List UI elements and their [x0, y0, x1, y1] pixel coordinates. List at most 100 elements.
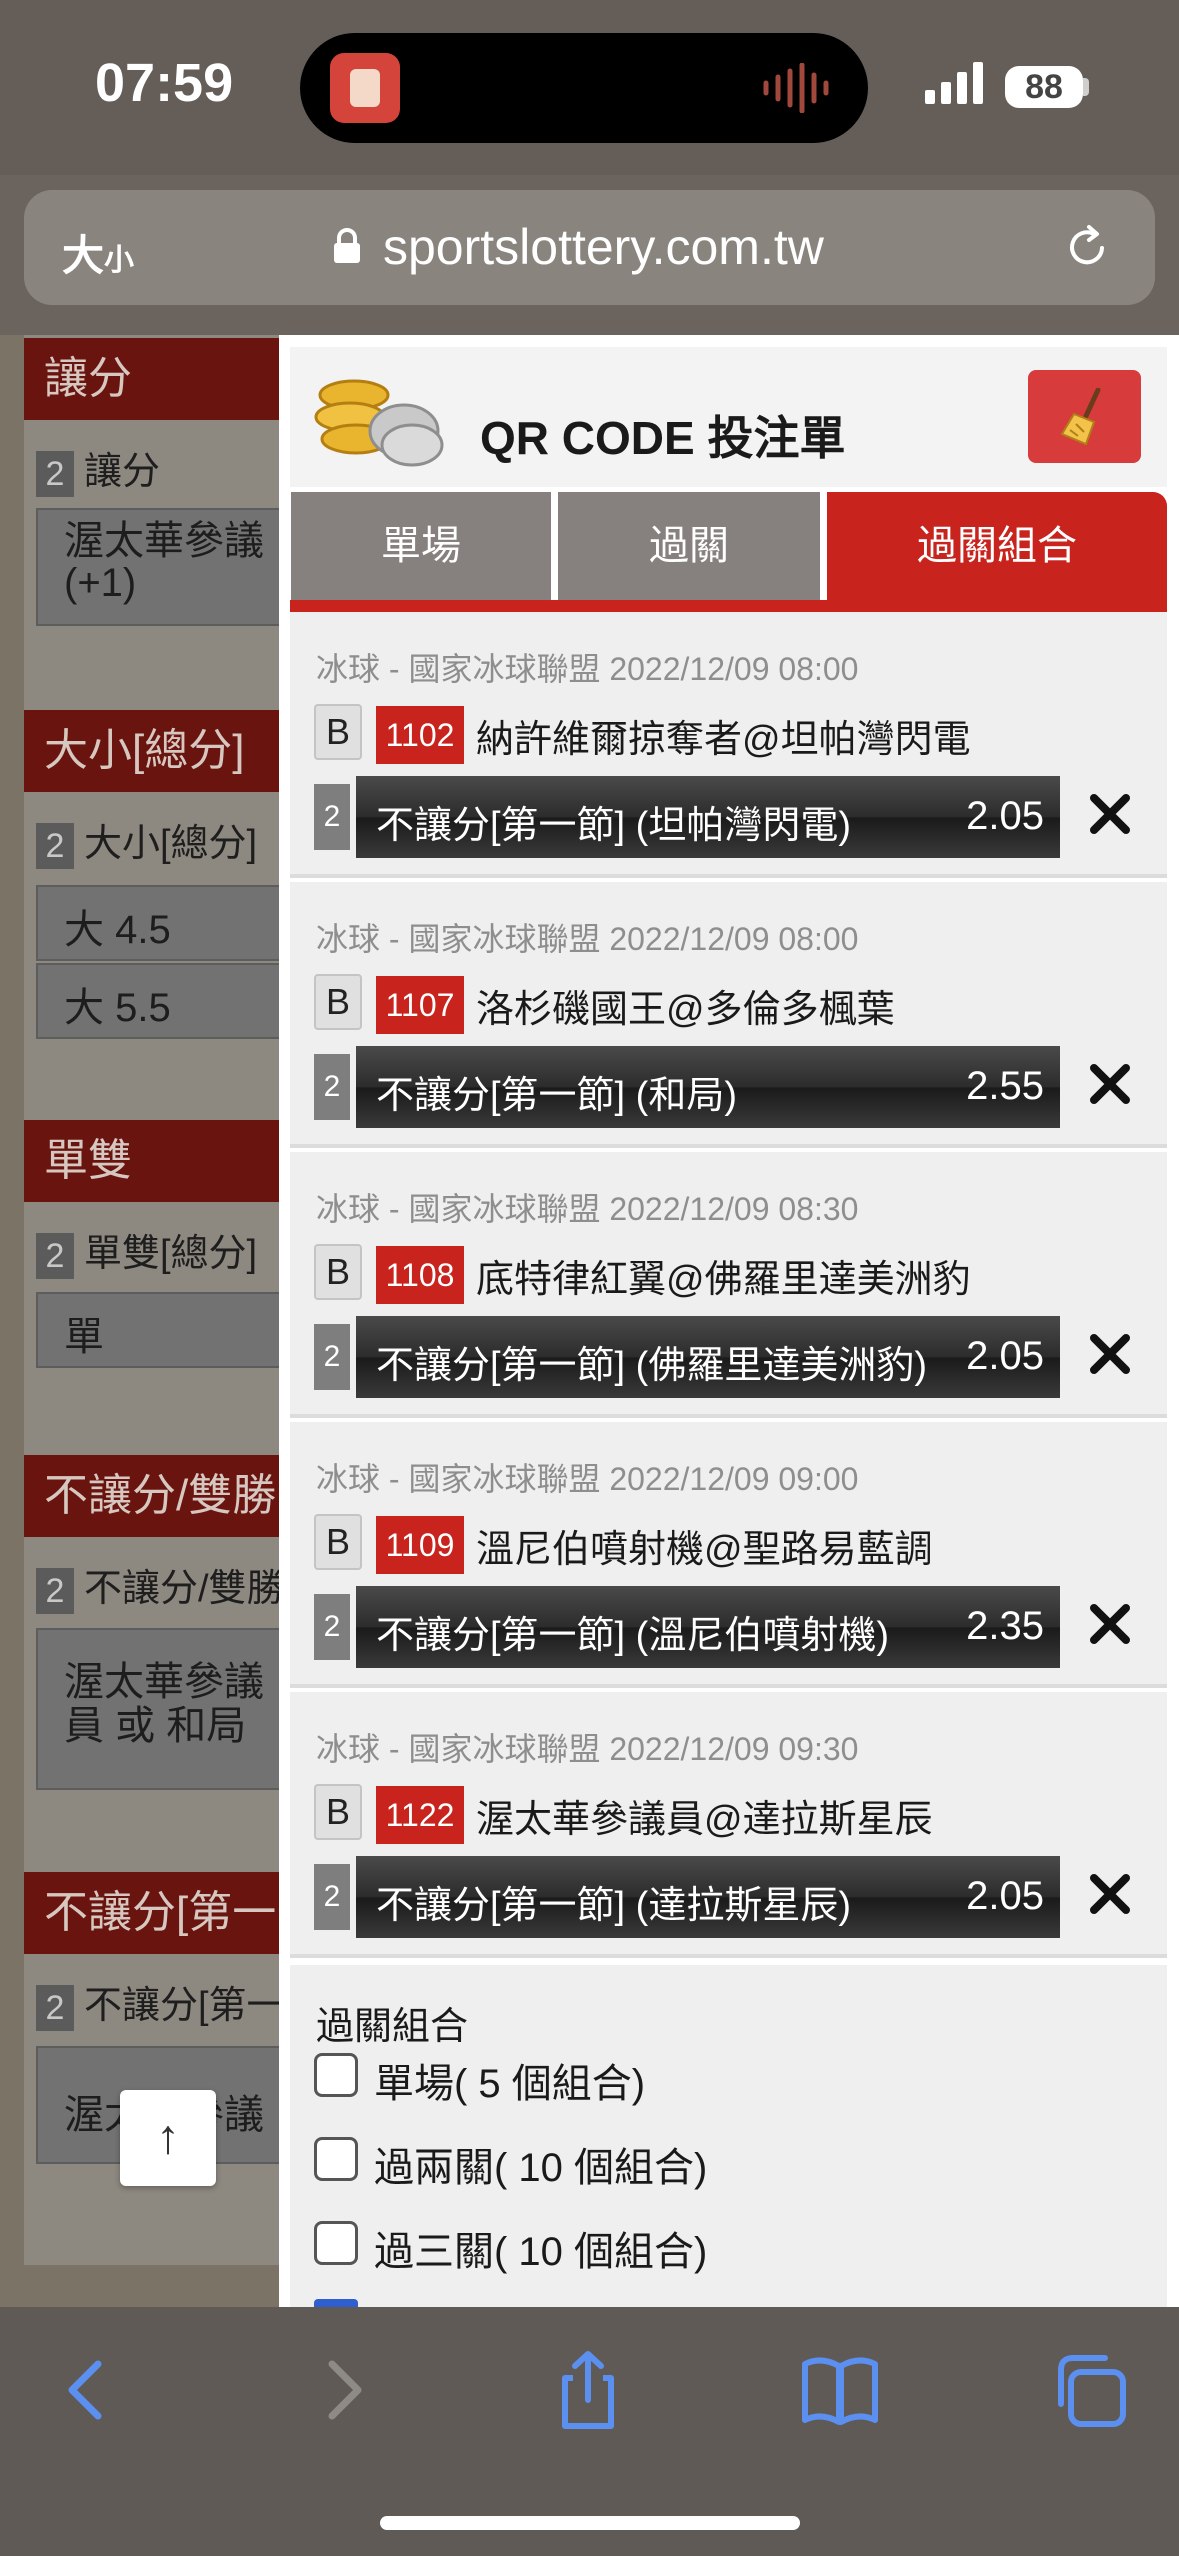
option-text: 大 5.5 [64, 986, 171, 1030]
remove-bet-icon[interactable] [1086, 1330, 1134, 1378]
game-code: 1102 [376, 706, 464, 764]
section-moneyline-double: 不讓分/雙勝 2 不讓分/雙勝 [24, 1455, 299, 1619]
pick-bar[interactable]: 不讓分[第一節] (坦帕灣閃電) 2.05 [356, 776, 1060, 858]
bookmarks-icon[interactable] [795, 2350, 885, 2430]
battery-nub [1083, 78, 1089, 96]
bet-league: 冰球 - 國家冰球聯盟 2022/12/09 08:00 [316, 651, 859, 687]
pick-bar[interactable]: 不讓分[第一節] (溫尼伯噴射機) 2.35 [356, 1586, 1060, 1668]
option-text: 大 4.5 [64, 908, 171, 952]
tab-parlay[interactable]: 過關 [558, 492, 820, 600]
remove-bet-icon[interactable] [1086, 1870, 1134, 1918]
section-subheader: 2 讓分 [24, 442, 299, 502]
pick-odds: 2.55 [966, 1064, 1044, 1108]
remove-bet-icon[interactable] [1086, 1600, 1134, 1648]
sub-number: 2 [36, 1232, 74, 1279]
coins-icon [314, 379, 444, 467]
partial-checkbox[interactable] [314, 2299, 358, 2307]
section-header: 不讓分/雙勝 [24, 1455, 299, 1537]
match-name: 納許維爾掠奪者@坦帕灣閃電 [476, 719, 971, 761]
sub-number: 2 [36, 450, 74, 497]
bet-league: 冰球 - 國家冰球聯盟 2022/12/09 08:30 [316, 1191, 859, 1227]
section-header: 單雙 [24, 1120, 299, 1202]
option-text: 渥太華參議 [64, 519, 264, 563]
game-code: 1107 [376, 976, 464, 1034]
option-button[interactable]: 大 5.5 [36, 963, 281, 1039]
pick-number: 2 [314, 1054, 350, 1120]
pick-bar[interactable]: 不讓分[第一節] (和局) 2.55 [356, 1046, 1060, 1128]
option-button[interactable]: 大 4.5 [36, 885, 281, 961]
option-button[interactable]: 渥太華參議 (+1) [36, 508, 281, 626]
section-odd-even: 單雙 2 單雙[總分] [24, 1120, 299, 1284]
option-button[interactable]: 單 [36, 1292, 281, 1368]
option-text: 單 [64, 1315, 104, 1359]
url-text[interactable]: sportslottery.com.tw [383, 218, 824, 276]
bet-league: 冰球 - 國家冰球聯盟 2022/12/09 08:00 [316, 921, 859, 957]
bet-item: 冰球 - 國家冰球聯盟 2022/12/09 09:30 B 1122 渥太華參… [290, 1692, 1167, 1958]
text-size-small: 小 [104, 244, 135, 277]
combo-checkbox-single[interactable] [314, 2053, 358, 2097]
text-size-button[interactable]: 大小 [62, 222, 134, 283]
game-code: 1108 [376, 1246, 464, 1304]
tabs-icon[interactable] [1045, 2350, 1135, 2430]
game-code: 1109 [376, 1516, 464, 1574]
pick-odds: 2.05 [966, 794, 1044, 838]
sub-label: 單雙[總分] [84, 1233, 258, 1275]
forward-icon[interactable] [296, 2350, 386, 2430]
section-header: 大小[總分] [24, 710, 299, 792]
tab-underline [290, 600, 1167, 612]
bet-type-badge: B [314, 1244, 362, 1300]
pick-number: 2 [314, 1864, 350, 1930]
bet-league: 冰球 - 國家冰球聯盟 2022/12/09 09:30 [316, 1731, 859, 1767]
combo-label[interactable]: 單場( 5 個組合) [374, 2051, 645, 2109]
tab-parlay-combo[interactable]: 過關組合 [827, 492, 1167, 600]
pick-label: 不讓分[第一節] (佛羅里達美洲豹) [376, 1345, 927, 1387]
parlay-combo-section: 過關組合 單場( 5 個組合) 過兩關( 10 個組合) 過三關( 10 個組合… [290, 1965, 1167, 2307]
back-icon[interactable] [44, 2350, 134, 2430]
pick-number: 2 [314, 1324, 350, 1390]
option-text: 渥太華參議 [64, 1660, 264, 1704]
pick-label: 不讓分[第一節] (達拉斯星辰) [376, 1885, 851, 1927]
remove-bet-icon[interactable] [1086, 790, 1134, 838]
battery-indicator: 88 [1005, 66, 1083, 108]
option-button[interactable]: 渥太華參議員 或 和局 [36, 1628, 281, 1790]
sub-number: 2 [36, 1567, 74, 1614]
match-name: 溫尼伯噴射機@聖路易藍調 [476, 1529, 933, 1571]
reload-icon[interactable] [1062, 223, 1112, 273]
section-handicap: 讓分 2 讓分 [24, 338, 299, 502]
combo-checkbox-three-leg[interactable] [314, 2221, 358, 2265]
section-subheader: 2 不讓分/雙勝 [24, 1559, 299, 1619]
pick-odds: 2.35 [966, 1604, 1044, 1648]
combo-checkbox-two-leg[interactable] [314, 2137, 358, 2181]
share-icon[interactable] [543, 2350, 633, 2430]
pick-bar[interactable]: 不讓分[第一節] (達拉斯星辰) 2.05 [356, 1856, 1060, 1938]
cell-signal-icon [925, 62, 983, 104]
bet-item: 冰球 - 國家冰球聯盟 2022/12/09 09:00 B 1109 溫尼伯噴… [290, 1422, 1167, 1688]
scroll-to-top-button[interactable]: ↑ [120, 2090, 216, 2186]
option-text-line2: 員 或 和局 [64, 1704, 247, 1748]
pick-bar[interactable]: 不讓分[第一節] (佛羅里達美洲豹) 2.05 [356, 1316, 1060, 1398]
tab-single[interactable]: 單場 [291, 492, 551, 600]
pick-odds: 2.05 [966, 1874, 1044, 1918]
sub-number: 2 [36, 1984, 74, 2031]
sub-label: 大小[總分] [84, 823, 258, 865]
lock-icon [334, 228, 360, 263]
now-playing-thumbnail [330, 53, 400, 123]
bet-item: 冰球 - 國家冰球聯盟 2022/12/09 08:00 B 1107 洛杉磯國… [290, 882, 1167, 1148]
bet-item: 冰球 - 國家冰球聯盟 2022/12/09 08:00 B 1102 納許維爾… [290, 612, 1167, 878]
pick-odds: 2.05 [966, 1334, 1044, 1378]
bet-league: 冰球 - 國家冰球聯盟 2022/12/09 09:00 [316, 1461, 859, 1497]
pick-label: 不讓分[第一節] (溫尼伯噴射機) [376, 1615, 889, 1657]
combo-title: 過關組合 [316, 2006, 469, 2048]
section-header: 讓分 [24, 338, 299, 420]
match-name: 洛杉磯國王@多倫多楓葉 [476, 989, 895, 1031]
section-total: 大小[總分] 2 大小[總分] [24, 710, 299, 874]
remove-bet-icon[interactable] [1086, 1060, 1134, 1108]
match-name: 底特律紅翼@佛羅里達美洲豹 [476, 1259, 971, 1301]
combo-label[interactable]: 過兩關( 10 個組合) [374, 2135, 707, 2193]
game-code: 1122 [376, 1786, 464, 1844]
clear-betslip-button[interactable] [1028, 370, 1141, 463]
combo-label[interactable]: 過三關( 10 個組合) [374, 2219, 707, 2277]
dynamic-island[interactable] [300, 33, 868, 143]
pick-number: 2 [314, 784, 350, 850]
sub-label: 讓分 [84, 451, 161, 493]
